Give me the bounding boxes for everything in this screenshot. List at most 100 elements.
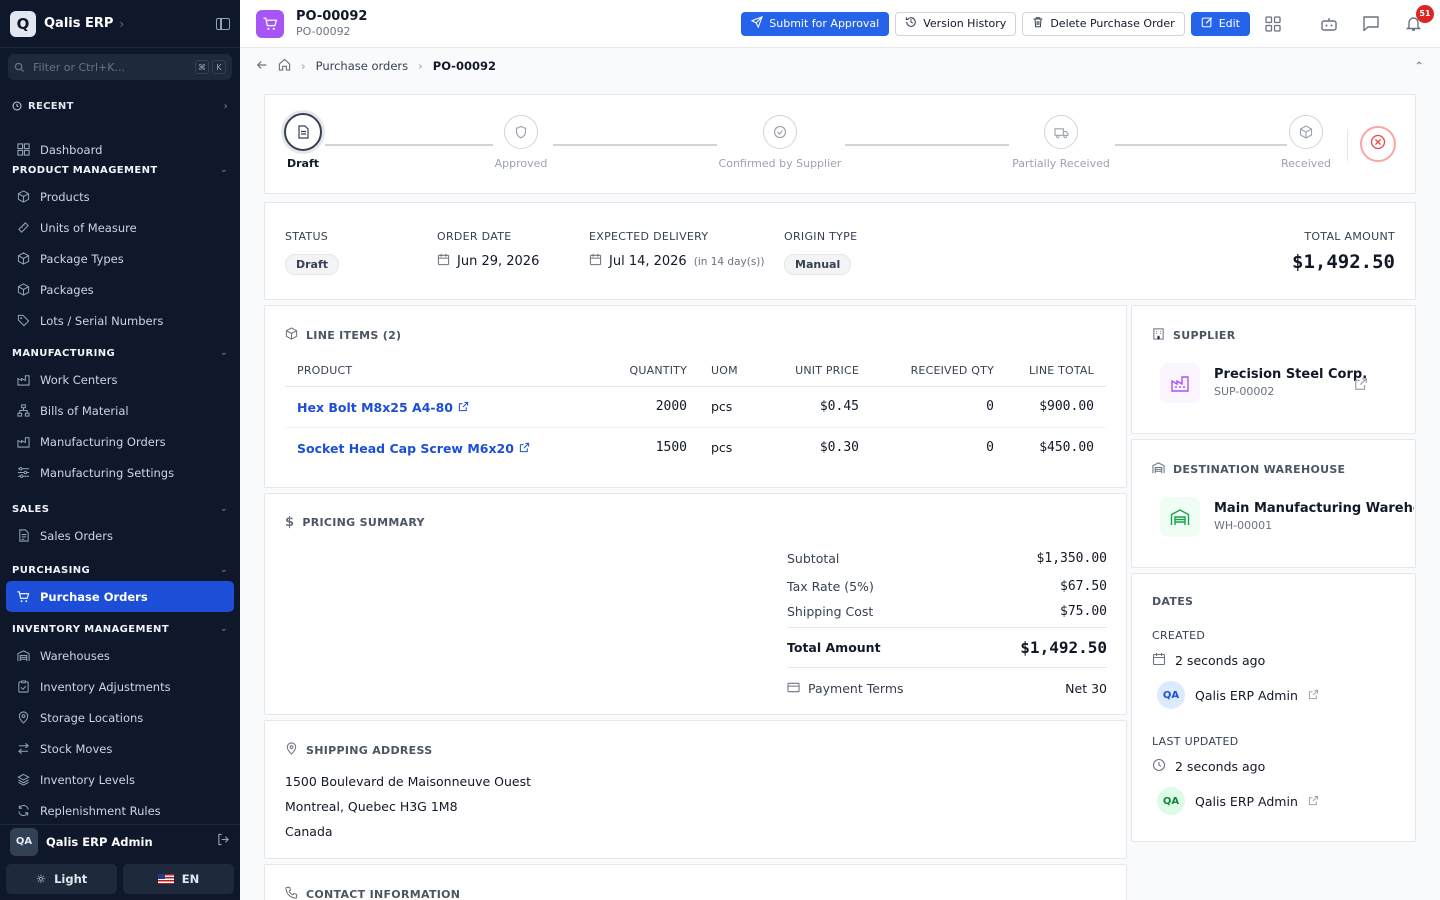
external-link-icon[interactable] [1308,688,1319,703]
sidebar-item-bills-of-material[interactable]: Bills of Material [6,395,234,426]
sidebar-item-units-of-measure[interactable]: Units of Measure [6,212,234,243]
sidebar-item-sales-orders[interactable]: Sales Orders [6,520,234,551]
sidebar-collapse-icon[interactable] [216,17,230,30]
status-field: STATUS Draft [285,230,340,275]
sidebar-user[interactable]: QA Qalis ERP Admin [0,824,240,858]
external-link-icon[interactable] [519,438,530,457]
sidebar-section-purchasing[interactable]: PURCHASING ⌄ [6,559,234,581]
sidebar-item-storage-locations[interactable]: Storage Locations [6,702,234,733]
chat-icon[interactable] [1360,13,1382,35]
sidebar-recent[interactable]: RECENT › [6,92,234,120]
warehouse-name[interactable]: Main Manufacturing Warehouse [1214,501,1414,516]
app-name[interactable]: Qalis ERP [44,16,113,31]
total-amount-label: TOTAL AMOUNT [1304,230,1395,243]
sidebar-item-replenishment-rules[interactable]: Replenishment Rules [6,795,234,818]
apps-grid-icon[interactable] [1262,13,1284,35]
sidebar-item-manufacturing-orders[interactable]: Manufacturing Orders [6,426,234,457]
cart-icon [16,590,30,604]
phone-icon [285,886,298,900]
chevron-right-icon[interactable]: › [119,17,124,31]
sidebar-item-inventory-levels[interactable]: Inventory Levels [6,764,234,795]
pricing-table: Subtotal $1,350.00 Tax Rate (5%) $67.50 Sh… [787,544,1107,708]
trash-icon [1032,16,1044,31]
sidebar-item-purchase-orders[interactable]: Purchase Orders [6,581,234,612]
section-title: SALES [12,503,50,515]
delete-purchase-order-button[interactable]: Delete Purchase Order [1022,11,1185,36]
back-arrow-icon[interactable] [256,59,268,74]
line-items-title: LINE ITEMS (2) [306,328,402,342]
sidebar-section-product-management[interactable]: PRODUCT MANAGEMENT ⌄ [6,159,234,181]
language-button[interactable]: EN [123,864,234,894]
product-link[interactable]: Hex Bolt M8x25 A4-80 [297,400,453,415]
updated-value: 2 seconds ago [1175,759,1266,774]
bot-icon[interactable] [1318,13,1340,35]
status-stepper: Draft Approved Confirmed by Supplier Par… [264,94,1416,194]
app-logo[interactable]: Q [10,10,36,37]
sidebar-item-warehouses[interactable]: Warehouses [6,640,234,671]
created-time: 2 seconds ago [1152,652,1265,669]
calendar-icon [437,253,450,270]
column-header[interactable]: UOM [687,356,777,386]
column-header[interactable]: RECEIVED QTY [859,356,994,386]
edit-button[interactable]: Edit [1190,11,1250,36]
submit-for-approval-button[interactable]: Submit for Approval [741,11,890,36]
warehouse-icon [1152,461,1165,477]
updated-by-name[interactable]: Qalis ERP Admin [1195,794,1298,809]
column-header[interactable]: PRODUCT [285,356,577,386]
avatar: QA [1157,681,1185,709]
tag-icon [16,314,30,328]
shipping-address-card: SHIPPING ADDRESS 1500 Boulevard de Maiso… [264,720,1127,859]
external-link-icon[interactable] [458,397,469,416]
sidebar-section-sales[interactable]: SALES ⌄ [6,498,234,520]
sidebar-item-label: Manufacturing Orders [40,434,166,449]
sidebar-section-inventory-management[interactable]: INVENTORY MANAGEMENT ⌄ [6,618,234,640]
sidebar-item-package-types[interactable]: Package Types [6,243,234,274]
total-amount-value: $1,492.50 [1292,251,1395,273]
sidebar-section-manufacturing[interactable]: MANUFACTURING ⌄ [6,342,234,364]
pricing-summary-card: $ PRICING SUMMARY Subtotal $1,350.00 Tax … [264,493,1127,715]
received-qty-cell: 0 [986,399,994,414]
chevron-up-icon[interactable]: ⌃ [1414,59,1424,73]
sidebar-item-manufacturing-settings[interactable]: Manufacturing Settings [6,457,234,488]
column-header[interactable]: QUANTITY [577,356,687,386]
sidebar-item-label: Products [40,189,90,204]
external-link-icon[interactable] [1354,376,1368,395]
check-circle-icon [763,115,797,149]
product-link[interactable]: Socket Head Cap Screw M6x20 [297,441,514,456]
calendar-icon [589,253,602,270]
logout-icon[interactable] [217,833,230,850]
sidebar-item-packages[interactable]: Packages [6,274,234,305]
calendar-icon [1152,652,1166,669]
breadcrumb-parent[interactable]: Purchase orders [316,59,409,73]
external-link-icon[interactable] [1308,794,1319,809]
sidebar-item-work-centers[interactable]: Work Centers [6,364,234,395]
supplier-name[interactable]: Precision Steel Corp. [1214,367,1367,382]
origin-type-badge: Manual [784,254,852,275]
sidebar-item-products[interactable]: Products [6,181,234,212]
bell-icon[interactable]: 51 [1402,4,1434,35]
sidebar-item-inventory-adjustments[interactable]: Inventory Adjustments [6,671,234,702]
home-icon[interactable] [278,58,291,74]
edit-icon [1201,16,1213,31]
created-by-name[interactable]: Qalis ERP Admin [1195,688,1298,703]
cancel-order-button[interactable] [1360,126,1396,162]
version-history-button[interactable]: Version History [895,11,1017,36]
column-header[interactable]: LINE TOTAL [994,356,1106,386]
layers-icon [16,773,30,787]
column-header[interactable]: UNIT PRICE [777,356,859,386]
shipping-cost-label: Shipping Cost [787,604,874,619]
sidebar-item-stock-moves[interactable]: Stock Moves [6,733,234,764]
sidebar-filter-input[interactable]: Filter or Ctrl+K... ⌘ K [8,54,232,80]
address-line-1: 1500 Boulevard de Maisonneuve Ouest [285,774,532,789]
sidebar-item-label: Dashboard [40,142,103,157]
supplier-info: Precision Steel Corp. SUP-00002 [1214,367,1367,398]
sidebar-item-label: Bills of Material [40,403,129,418]
sidebar-item-lots-serial-numbers[interactable]: Lots / Serial Numbers [6,305,234,336]
hierarchy-icon [16,404,30,418]
step-connector [845,144,1009,146]
subtotal-value: $1,350.00 [1036,550,1107,566]
product-cell: Socket Head Cap Screw M6x20 [285,427,577,468]
theme-toggle-button[interactable]: ☼ Light [6,864,117,894]
payment-terms-row: Payment Terms Net 30 [787,668,1107,708]
sidebar-header: Q Qalis ERP › [0,0,240,48]
